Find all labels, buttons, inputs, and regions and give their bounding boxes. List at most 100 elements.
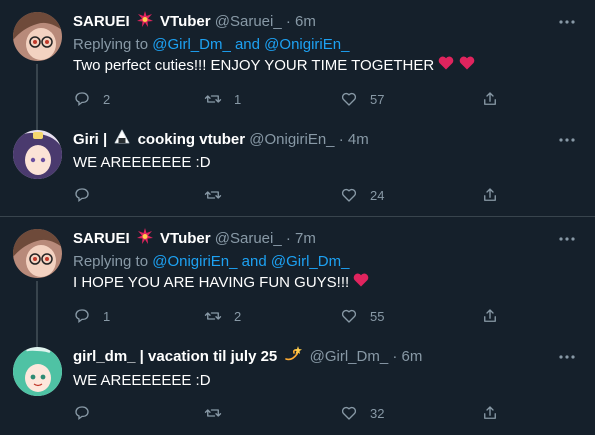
timestamp[interactable]: 6m bbox=[295, 13, 316, 30]
more-options-icon[interactable] bbox=[557, 229, 577, 249]
reply-button[interactable]: 1 bbox=[73, 306, 110, 326]
tweet-actions: 2 1 57 bbox=[73, 89, 583, 109]
share-button[interactable] bbox=[481, 306, 499, 326]
timestamp[interactable]: 7m bbox=[295, 230, 316, 247]
user-handle[interactable]: @Saruei_ bbox=[215, 230, 282, 247]
more-options-icon[interactable] bbox=[557, 130, 577, 150]
share-button[interactable] bbox=[481, 185, 499, 205]
retweet-button[interactable]: 1 bbox=[204, 89, 241, 109]
timestamp[interactable]: 4m bbox=[348, 131, 369, 148]
display-name-suffix[interactable]: cooking vtuber bbox=[138, 131, 246, 148]
like-button[interactable]: 57 bbox=[340, 89, 384, 109]
replying-to-label: Replying to bbox=[73, 36, 149, 53]
thread-line bbox=[36, 118, 38, 130]
tweet-text-content: I HOPE YOU ARE HAVING FUN GUYS!!! bbox=[73, 274, 350, 291]
thread-line bbox=[36, 64, 38, 118]
share-icon bbox=[484, 406, 496, 419]
tweet-text: WE AREEEEEEE :D bbox=[73, 372, 211, 389]
reply-button[interactable] bbox=[73, 403, 103, 423]
display-name-suffix[interactable]: VTuber bbox=[160, 230, 211, 247]
reply-icon bbox=[75, 406, 89, 420]
retweet-button[interactable]: 2 bbox=[204, 306, 241, 326]
tweet-actions: 24 bbox=[73, 185, 583, 205]
retweet-icon bbox=[204, 312, 222, 320]
separator-dot: · bbox=[285, 229, 291, 247]
like-count: 24 bbox=[370, 187, 385, 203]
display-name-suffix[interactable]: VTuber bbox=[160, 13, 211, 30]
tweet-text: WE AREEEEEEE :D bbox=[73, 154, 211, 171]
reply-button[interactable]: 2 bbox=[73, 89, 110, 109]
tweet-actions: 32 bbox=[73, 403, 583, 423]
more-options-icon[interactable] bbox=[557, 12, 577, 32]
tweet-header: SARUEI VTuber @Saruei_ · 6m bbox=[73, 11, 316, 31]
tweet-text: Two perfect cuties!!! ENJOY YOUR TIME TO… bbox=[73, 56, 475, 76]
like-count: 32 bbox=[370, 405, 385, 421]
retweet-count: 1 bbox=[234, 91, 242, 107]
separator-dot: · bbox=[392, 347, 398, 365]
timestamp[interactable]: 6m bbox=[402, 348, 423, 365]
thread-line bbox=[36, 335, 38, 347]
like-button[interactable]: 32 bbox=[340, 403, 384, 423]
reply-button[interactable] bbox=[73, 185, 103, 205]
avatar[interactable] bbox=[13, 130, 62, 179]
reply-count: 1 bbox=[103, 308, 111, 324]
user-handle[interactable]: @Saruei_ bbox=[215, 13, 282, 30]
share-button[interactable] bbox=[481, 89, 499, 109]
share-button[interactable] bbox=[481, 403, 499, 423]
replying-to: Replying to @OnigiriEn_ and @Girl_Dm_ bbox=[73, 252, 349, 272]
heart-outline-icon bbox=[341, 188, 357, 202]
user-handle[interactable]: @Girl_Dm_ bbox=[310, 348, 389, 365]
reply-icon bbox=[75, 309, 89, 323]
like-button[interactable]: 55 bbox=[340, 306, 384, 326]
avatar[interactable] bbox=[13, 12, 62, 61]
retweet-icon bbox=[204, 409, 222, 417]
replying-to-label: Replying to bbox=[73, 253, 149, 270]
mention-link[interactable]: @OnigiriEn_ bbox=[152, 253, 237, 270]
reply-count: 2 bbox=[103, 91, 111, 107]
mention-link[interactable]: @Girl_Dm_ bbox=[271, 253, 350, 270]
mention-join: and bbox=[241, 253, 267, 270]
heart-outline-icon bbox=[341, 92, 357, 106]
display-name[interactable]: SARUEI bbox=[73, 230, 130, 247]
tweet-header: girl_dm_ | vacation til july 25 @Girl_Dm… bbox=[73, 346, 422, 366]
share-icon bbox=[484, 188, 496, 201]
retweet-button[interactable] bbox=[204, 403, 234, 423]
mention-link[interactable]: @OnigiriEn_ bbox=[264, 36, 349, 53]
display-name[interactable]: SARUEI bbox=[73, 13, 130, 30]
mention-join: and bbox=[234, 36, 260, 53]
separator-dot: · bbox=[285, 12, 291, 30]
explosion-icon bbox=[136, 228, 153, 250]
tweet-text: I HOPE YOU ARE HAVING FUN GUYS!!! bbox=[73, 273, 369, 293]
more-options-icon[interactable] bbox=[557, 347, 577, 367]
retweet-icon bbox=[204, 95, 222, 103]
avatar[interactable] bbox=[13, 229, 62, 278]
thread-line bbox=[36, 281, 38, 335]
tweet-text-content: Two perfect cuties!!! ENJOY YOUR TIME TO… bbox=[73, 57, 435, 74]
like-count: 57 bbox=[370, 91, 385, 107]
like-count: 55 bbox=[370, 308, 385, 324]
tweet-3[interactable]: SARUEI VTuber @Saruei_ · 7m Replying to … bbox=[0, 217, 595, 335]
red-heart-icon bbox=[438, 56, 454, 76]
reply-icon bbox=[75, 188, 89, 202]
tweet-header: SARUEI VTuber @Saruei_ · 7m bbox=[73, 228, 316, 248]
heart-outline-icon bbox=[341, 309, 357, 323]
tweet-header: Giri | cooking vtuber @OnigiriEn_ · 4m bbox=[73, 129, 369, 149]
user-handle[interactable]: @OnigiriEn_ bbox=[249, 131, 334, 148]
separator-dot: · bbox=[338, 130, 344, 148]
retweet-count: 2 bbox=[234, 308, 242, 324]
tweet-actions: 1 2 55 bbox=[73, 306, 583, 326]
avatar[interactable] bbox=[13, 347, 62, 396]
rice-ball-icon bbox=[114, 129, 130, 151]
retweet-button[interactable] bbox=[204, 185, 234, 205]
red-heart-icon bbox=[353, 273, 369, 293]
tweet-2[interactable]: Giri | cooking vtuber @OnigiriEn_ · 4m W… bbox=[0, 118, 595, 216]
tweet-1[interactable]: SARUEI VTuber @Saruei_ · 6m Replying to … bbox=[0, 0, 595, 118]
retweet-icon bbox=[204, 191, 222, 199]
display-name[interactable]: girl_dm_ | vacation til july 25 bbox=[73, 348, 277, 365]
display-name[interactable]: Giri | bbox=[73, 131, 107, 148]
share-icon bbox=[484, 92, 496, 105]
tweet-4[interactable]: girl_dm_ | vacation til july 25 @Girl_Dm… bbox=[0, 335, 595, 435]
reply-icon bbox=[75, 92, 89, 106]
mention-link[interactable]: @Girl_Dm_ bbox=[152, 36, 231, 53]
like-button[interactable]: 24 bbox=[340, 185, 384, 205]
